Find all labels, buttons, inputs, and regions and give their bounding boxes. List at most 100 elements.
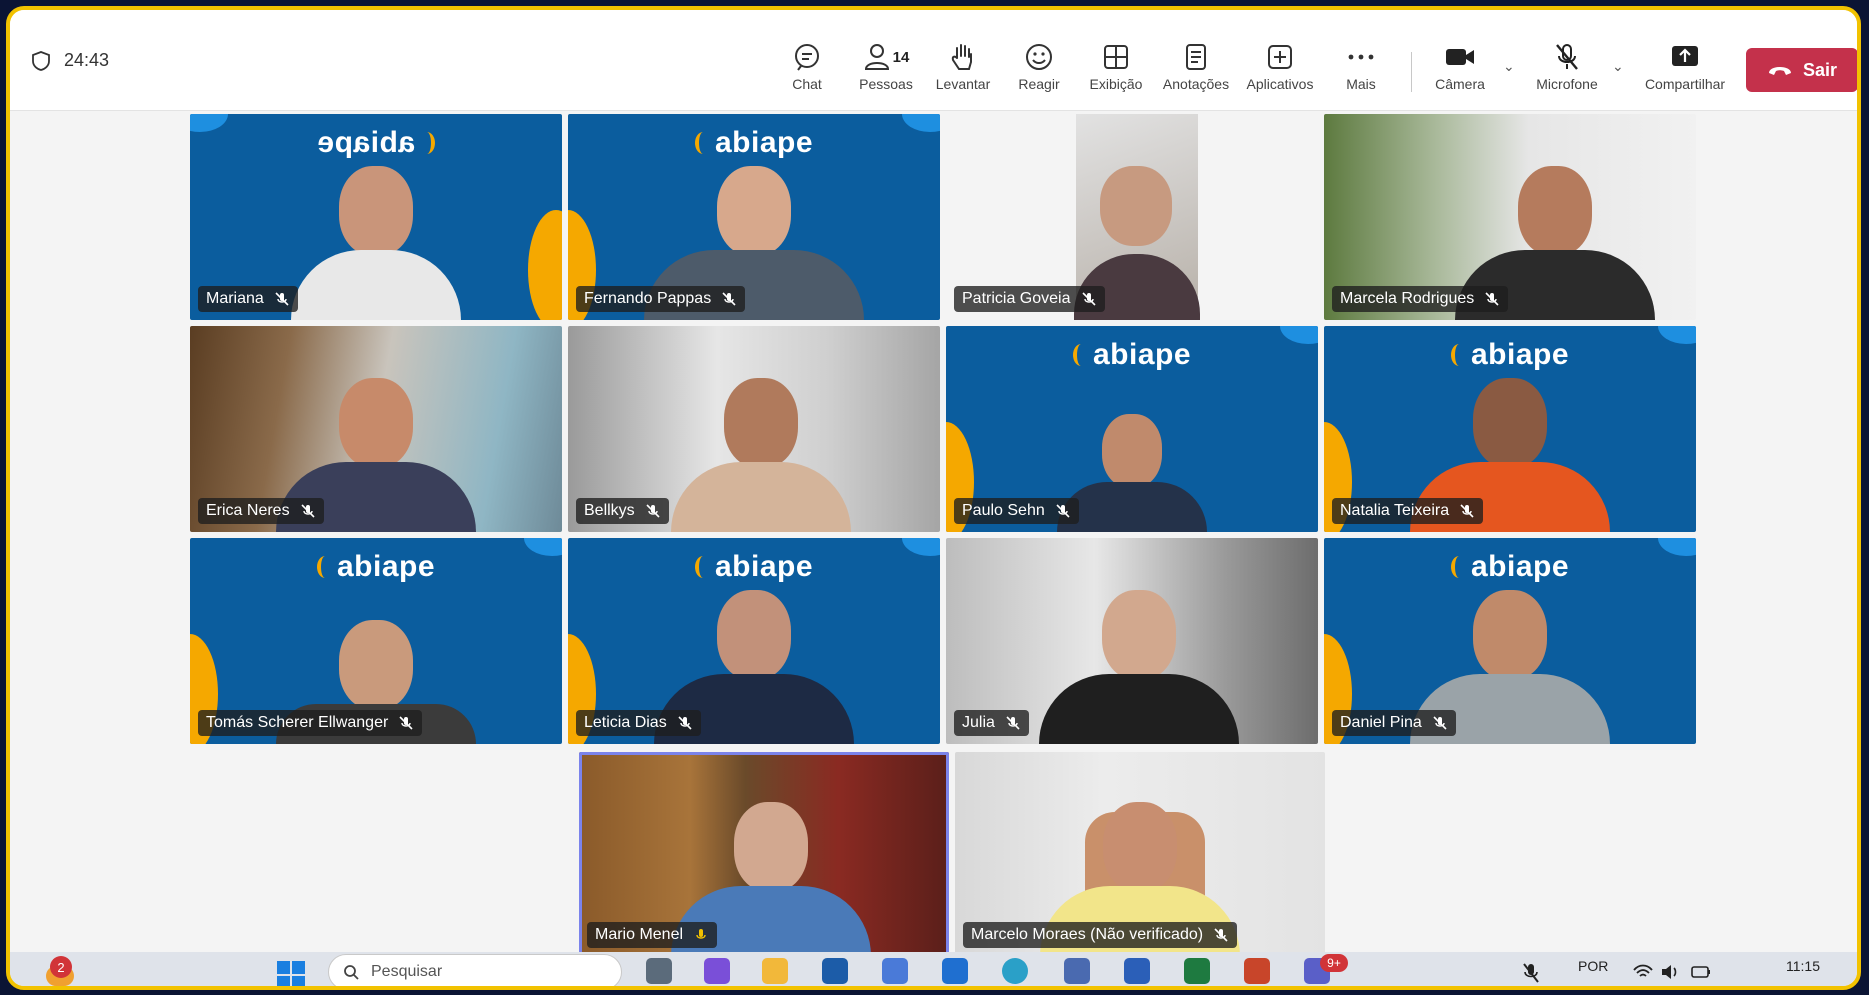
notes-button[interactable]: Anotações	[1156, 40, 1236, 92]
clock-time[interactable]: 11:15	[1786, 958, 1820, 974]
keyboard-language[interactable]: POR	[1578, 958, 1608, 974]
video-tile[interactable]: Julia	[946, 538, 1318, 744]
wifi-icon[interactable]	[1632, 962, 1654, 982]
battery-icon[interactable]	[1690, 962, 1712, 982]
participant-name: Leticia Dias	[576, 710, 701, 736]
view-label: Exibição	[1089, 76, 1143, 92]
edge-icon[interactable]	[1002, 958, 1028, 984]
video-tile[interactable]: Patricia Goveia	[946, 114, 1318, 320]
video-tile[interactable]: abiape Tomás Scherer Ellwanger	[190, 538, 562, 744]
mic-muted-icon	[646, 504, 660, 518]
mic-muted-icon[interactable]	[1522, 962, 1540, 984]
video-tile[interactable]: abiape Fernando Pappas	[568, 114, 940, 320]
outlook-icon[interactable]	[942, 958, 968, 984]
mic-muted-icon	[1460, 504, 1474, 518]
video-tile[interactable]: Erica Neres	[190, 326, 562, 532]
people-label: Pessoas	[859, 76, 913, 92]
chat-label: Chat	[792, 76, 822, 92]
meeting-timer: 24:43	[32, 50, 109, 71]
mic-muted-icon	[301, 504, 315, 518]
video-tile[interactable]: Marcelo Moraes (Não verificado)	[955, 752, 1325, 956]
share-icon	[1672, 46, 1698, 66]
video-tile[interactable]: abiape Natalia Teixeira	[1324, 326, 1696, 532]
microphone-button[interactable]: Microfone	[1527, 40, 1607, 92]
more-label: Mais	[1346, 76, 1376, 92]
camera-options-chevron-icon[interactable]: ⌄	[1503, 58, 1515, 75]
people-icon	[864, 44, 889, 70]
participant-name: Mario Menel	[587, 922, 718, 948]
timer-text: 24:43	[64, 50, 110, 70]
brand-logo: abiape	[946, 338, 1318, 372]
search-icon	[344, 965, 359, 980]
participant-video	[1057, 414, 1207, 532]
video-tile[interactable]: abiape Leticia Dias	[568, 538, 940, 744]
react-label: Reagir	[1018, 76, 1060, 92]
participant-video	[291, 166, 461, 320]
camera-label: Câmera	[1435, 76, 1485, 92]
mic-muted-icon	[275, 292, 289, 306]
camera-icon	[1446, 49, 1474, 65]
chat-button[interactable]: Chat	[767, 40, 847, 92]
mic-options-chevron-icon[interactable]: ⌄	[1612, 58, 1624, 75]
more-button[interactable]: Mais	[1321, 40, 1401, 92]
toolbar-divider	[1411, 52, 1412, 92]
meeting-toolbar: 24:43 Chat 14 Pessoas Levantar Reagir Ex…	[10, 10, 1857, 111]
notes-icon	[1186, 44, 1206, 70]
microphone-label: Microfone	[1536, 76, 1598, 92]
video-tile[interactable]: abiape Paulo Sehn	[946, 326, 1318, 532]
mic-muted-icon	[722, 292, 736, 306]
powerpoint-icon[interactable]	[1244, 958, 1270, 984]
apps-button[interactable]: Aplicativos	[1240, 40, 1320, 92]
store-icon[interactable]	[822, 958, 848, 984]
view-button[interactable]: Exibição	[1076, 40, 1156, 92]
mic-muted-icon	[1081, 292, 1096, 306]
brand-flame	[528, 210, 562, 320]
react-button[interactable]: Reagir	[999, 40, 1079, 92]
hand-icon	[951, 44, 972, 70]
brand-logo: abiape	[190, 126, 562, 160]
people-button[interactable]: 14 Pessoas	[846, 40, 926, 92]
chat-icon	[795, 44, 819, 71]
participant-video	[671, 378, 852, 532]
video-tile[interactable]: Marcela Rodrigues	[1324, 114, 1696, 320]
mic-muted-icon	[1433, 716, 1447, 730]
participant-name: Patricia Goveia	[954, 286, 1105, 312]
file-explorer-icon[interactable]	[762, 958, 788, 984]
participant-video	[1039, 590, 1240, 744]
mic-icon	[696, 929, 706, 939]
mic-muted-icon	[1556, 44, 1578, 70]
participant-name: Marcela Rodrigues	[1332, 286, 1509, 312]
hang-up-icon	[1768, 67, 1791, 75]
volume-icon[interactable]	[1660, 962, 1682, 982]
camera-button[interactable]: Câmera	[1420, 40, 1500, 92]
smiley-icon	[1026, 44, 1052, 70]
word-icon[interactable]	[1124, 958, 1150, 984]
mic-muted-icon	[1056, 504, 1070, 518]
task-view-icon[interactable]	[646, 958, 672, 984]
add-app-icon	[1268, 45, 1292, 69]
video-tile-active-speaker[interactable]: Mario Menel	[579, 752, 949, 956]
leave-button[interactable]: Sair	[1746, 48, 1857, 92]
video-tile[interactable]: abiape Mariana	[190, 114, 562, 320]
share-button[interactable]: Compartilhar	[1645, 40, 1725, 92]
taskbar-search[interactable]: Pesquisar	[328, 954, 622, 986]
raise-hand-label: Levantar	[935, 76, 991, 92]
participant-name: Tomás Scherer Ellwanger	[198, 710, 423, 736]
mic-muted-icon	[1006, 716, 1020, 730]
app-icon[interactable]	[882, 958, 908, 984]
video-tile[interactable]: Bellkys	[568, 326, 940, 532]
share-label: Compartilhar	[1644, 76, 1726, 92]
raise-hand-button[interactable]: Levantar	[923, 40, 1003, 92]
video-tile[interactable]: abiape Daniel Pina	[1324, 538, 1696, 744]
participant-name: Natalia Teixeira	[1332, 498, 1484, 524]
start-menu-icon[interactable]	[276, 960, 306, 990]
copilot-icon[interactable]	[704, 958, 730, 984]
calculator-icon[interactable]	[1064, 958, 1090, 984]
excel-icon[interactable]	[1184, 958, 1210, 984]
teams-badge: 9+	[1320, 954, 1348, 972]
participant-name: Marcelo Moraes (Não verificado)	[963, 922, 1238, 948]
brand-logo: abiape	[190, 550, 562, 584]
mic-muted-icon	[1214, 928, 1228, 942]
people-count: 14	[892, 48, 910, 66]
brand-logo: abiape	[1324, 550, 1696, 584]
